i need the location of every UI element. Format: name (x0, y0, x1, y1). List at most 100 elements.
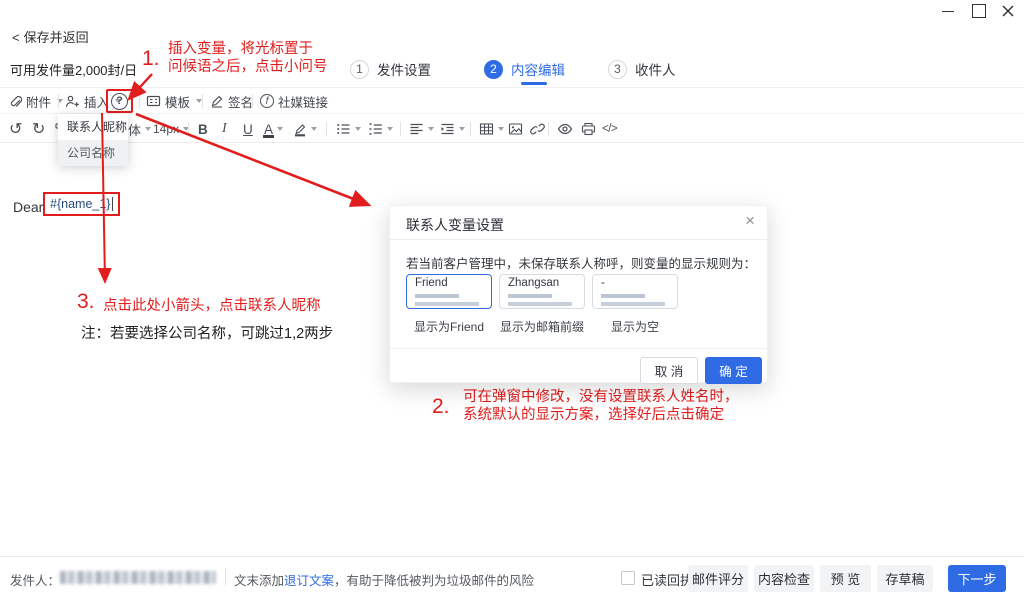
source-code-button[interactable]: </> (602, 117, 617, 141)
variable-option-email-prefix[interactable]: Zhangsan (499, 274, 585, 309)
bold-button[interactable]: B (198, 117, 208, 141)
eye-icon (557, 122, 573, 136)
confirm-button[interactable]: 确 定 (705, 357, 762, 384)
divider (139, 94, 140, 108)
annotation-step3-number: 3. (77, 290, 95, 314)
ordered-list-icon (368, 122, 383, 136)
sender-email-redacted (60, 571, 216, 584)
bullet-list-button[interactable] (336, 117, 361, 141)
bullet-list-icon (336, 122, 351, 136)
redo-button[interactable]: ↻ (32, 117, 45, 141)
annotation-line: 插入变量，将光标置于 (168, 40, 328, 58)
font-size-value: 14px (153, 122, 179, 136)
facebook-circle-icon: f (260, 94, 274, 108)
content-check-button[interactable]: 内容检查 (754, 565, 814, 592)
app-window: <保存并返回 可用发件量2,000封/日 1 发件设置 2 内容编辑 3 收件人… (0, 0, 1024, 597)
template-label: 模板 (165, 92, 190, 111)
save-draft-button[interactable]: 存草稿 (877, 565, 933, 592)
divider (326, 122, 327, 136)
table-button[interactable] (479, 117, 504, 141)
variable-option-empty[interactable]: - (592, 274, 678, 309)
step-label: 发件设置 (377, 59, 431, 79)
placeholder-bar (415, 294, 459, 298)
help-question-icon[interactable]: ? (111, 93, 128, 110)
highlight-color-button[interactable] (293, 117, 317, 141)
undo-button[interactable]: ↺ (9, 117, 22, 141)
font-color-button[interactable]: A (264, 117, 283, 141)
person-plus-icon (65, 94, 80, 109)
bold-label: B (198, 122, 208, 137)
modal-close-icon[interactable]: × (745, 211, 755, 231)
step-send-settings[interactable]: 1 发件设置 (350, 59, 431, 79)
dropdown-item-contact-nickname[interactable]: 联系人昵称 (58, 114, 128, 140)
print-button[interactable] (581, 117, 596, 141)
link-icon (530, 122, 545, 136)
chevron-down-icon (277, 127, 283, 131)
dropdown-item-company-name[interactable]: 公司名称 (58, 140, 128, 166)
chevron-down-icon (428, 127, 434, 131)
variable-token[interactable]: #{name_1} (43, 192, 120, 216)
font-family-select[interactable]: 体 (128, 117, 151, 141)
option-caption: 显示为空 (592, 318, 678, 335)
code-label: </> (602, 123, 617, 135)
ordered-list-button[interactable] (368, 117, 393, 141)
step-recipients[interactable]: 3 收件人 (608, 59, 676, 79)
daily-quota-text: 可用发件量2,000封/日 (10, 60, 137, 79)
back-save-return-link[interactable]: <保存并返回 (12, 27, 89, 46)
paperclip-icon (8, 94, 22, 109)
template-button[interactable]: 模板 (146, 92, 202, 110)
divider (202, 94, 203, 108)
italic-button[interactable]: I (222, 117, 227, 141)
printer-icon (581, 122, 596, 136)
preview-button[interactable] (557, 117, 573, 141)
indent-button[interactable] (440, 117, 465, 141)
chevron-down-icon (387, 127, 393, 131)
underline-button[interactable]: U (243, 117, 253, 141)
undo-icon: ↺ (9, 119, 22, 139)
window-maximize-button[interactable] (964, 0, 992, 22)
attachment-button[interactable]: 附件 (8, 92, 63, 110)
modal-title: 联系人变量设置 (406, 215, 504, 235)
read-receipt-checkbox[interactable] (621, 571, 635, 585)
step-label: 收件人 (635, 59, 676, 79)
font-size-select[interactable]: 14px (153, 117, 189, 141)
variable-token-text: #{name_1} (50, 197, 110, 211)
option-value: - (601, 277, 605, 289)
email-score-button[interactable]: 邮件评分 (688, 565, 748, 592)
divider (188, 122, 189, 136)
next-step-button[interactable]: 下一步 (948, 565, 1006, 592)
annotation-step3-note: 注：若要选择公司名称，可跳过1,2两步 (81, 322, 333, 343)
option-caption: 显示为邮箱前缀 (499, 318, 585, 335)
tip-suffix: ，有助于降低被判为垃圾邮件的风险 (334, 574, 534, 588)
divider (390, 348, 767, 349)
image-icon (508, 122, 523, 136)
placeholder-bar (415, 302, 479, 306)
font-family-value: 体 (128, 120, 141, 139)
highlight-marker-icon (293, 122, 307, 137)
variable-option-friend[interactable]: Friend (406, 274, 492, 309)
divider (225, 568, 226, 586)
align-button[interactable] (409, 117, 434, 141)
preview-button-footer[interactable]: 预 览 (820, 565, 871, 592)
chevron-down-icon (459, 127, 465, 131)
window-close-icon[interactable] (994, 0, 1022, 22)
font-color-label: A (264, 122, 273, 137)
unsubscribe-copy-link[interactable]: 退订文案 (284, 574, 334, 588)
chevron-down-icon (498, 127, 504, 131)
insert-link-button[interactable] (530, 117, 545, 141)
placeholder-bar (508, 302, 572, 306)
editor-greeting-text[interactable]: Dear (13, 199, 43, 215)
annotation-step2-text: 可在弹窗中修改，没有设置联系人姓名时， 系统默认的显示方案，选择好后点击确定 (463, 388, 739, 424)
divider (58, 94, 59, 108)
signature-button[interactable]: 签名 (210, 92, 253, 110)
insert-image-button[interactable] (508, 117, 523, 141)
annotation-step3-text: 点击此处小箭头，点击联系人昵称 (103, 297, 321, 315)
cancel-button[interactable]: 取 消 (640, 357, 698, 384)
window-minimize-button[interactable] (934, 0, 962, 22)
option-value: Zhangsan (508, 277, 559, 289)
step-number: 1 (350, 60, 369, 79)
social-links-button[interactable]: f 社媒链接 (260, 92, 328, 110)
step-content-edit[interactable]: 2 内容编辑 (484, 59, 565, 79)
compose-toolbar: 附件 插入 ? 模板 签名 f 社媒链接 (0, 87, 1024, 113)
divider (470, 122, 471, 136)
